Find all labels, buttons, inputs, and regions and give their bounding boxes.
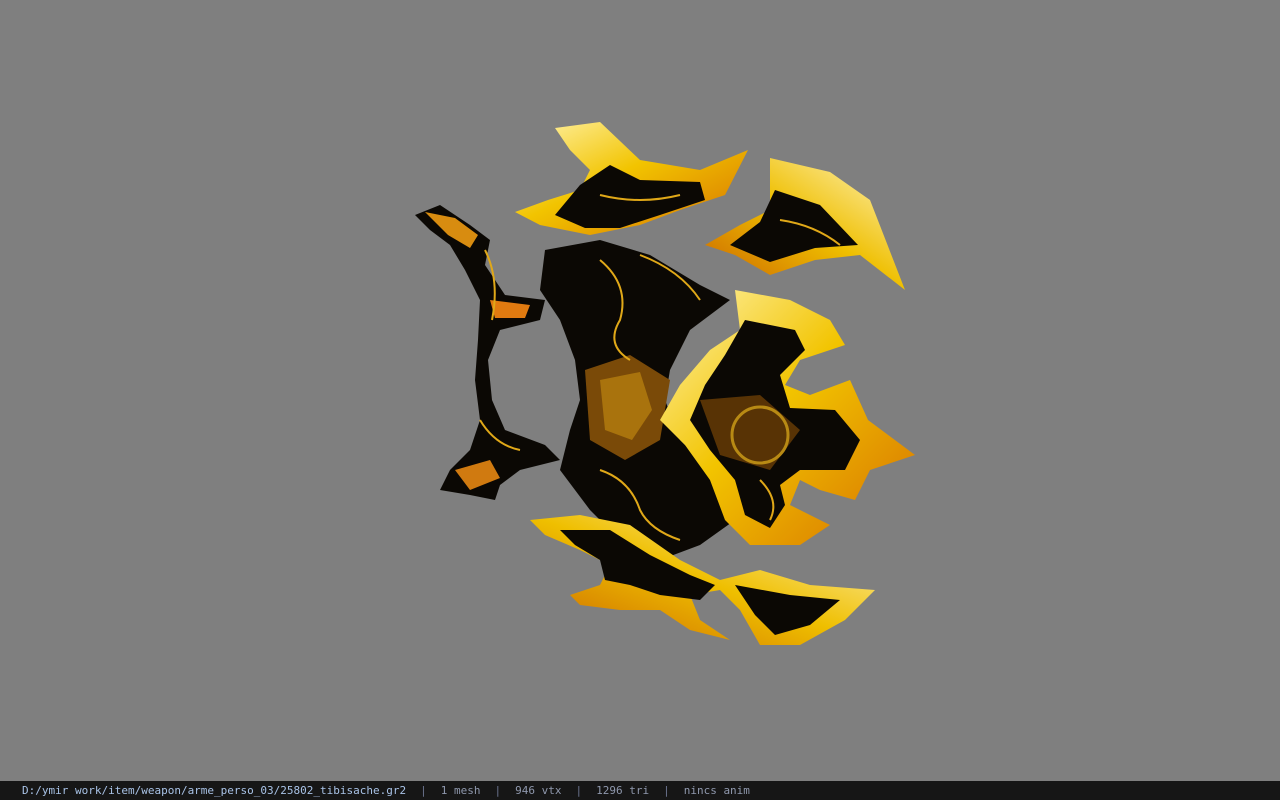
upper-blade — [515, 122, 748, 235]
status-separator: | — [494, 784, 502, 797]
triangle-count-label: 1296 tri — [596, 784, 650, 797]
weapon-model-render — [415, 122, 915, 645]
file-path-label: D:/ymir work/item/weapon/arme_perso_03/2… — [22, 784, 407, 797]
mesh-count-label: 1 mesh — [440, 784, 481, 797]
top-right-spike — [705, 158, 905, 290]
model-viewport[interactable] — [0, 0, 1280, 781]
status-bar: D:/ymir work/item/weapon/arme_perso_03/2… — [0, 781, 1280, 800]
status-separator: | — [663, 784, 670, 797]
left-arm — [415, 205, 560, 500]
animation-status-label: nincs anim — [683, 784, 750, 797]
status-separator: | — [575, 784, 583, 797]
status-separator: | — [420, 784, 427, 797]
vertex-count-label: 946 vtx — [515, 784, 562, 797]
